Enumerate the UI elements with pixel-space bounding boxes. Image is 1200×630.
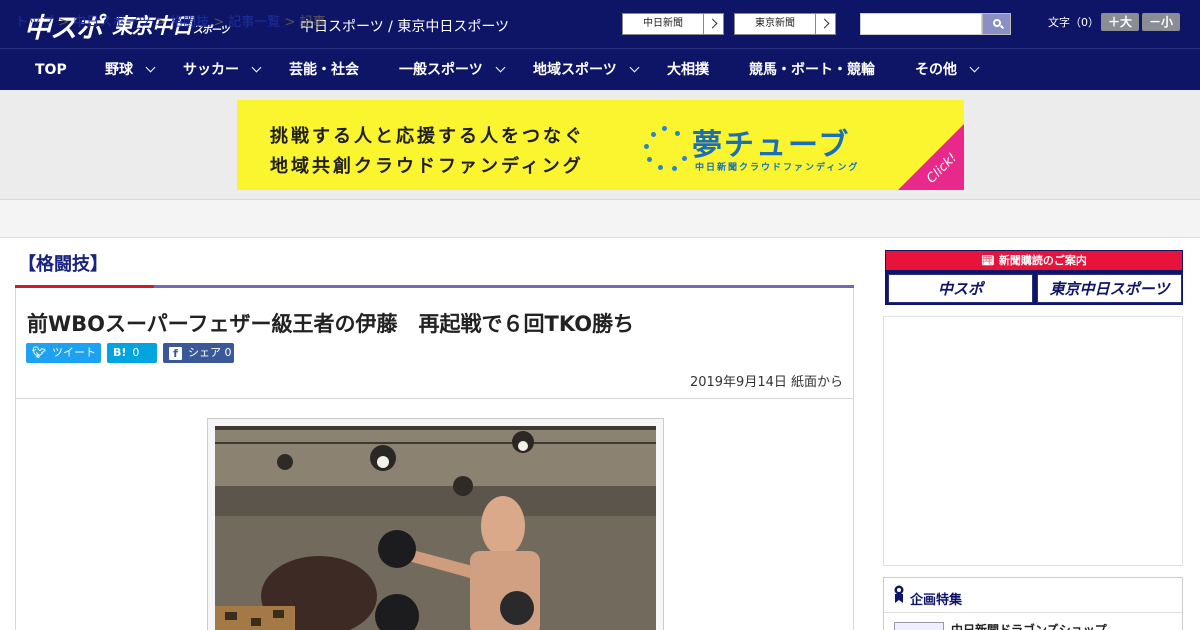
breadcrumb-separator: > — [150, 15, 171, 30]
nav-item-soccer[interactable]: サッカー — [183, 49, 262, 91]
breadcrumb-link-combat-sports[interactable]: 格闘技 — [170, 15, 209, 30]
nav-item-racing[interactable]: 競馬・ボート・競輪 — [749, 49, 875, 91]
nav-label: TOP — [35, 62, 67, 78]
breadcrumb-link-top[interactable]: トップ — [15, 15, 54, 30]
breadcrumb-separator: > — [209, 15, 229, 30]
dragons-shop-thumbnail[interactable] — [894, 622, 944, 630]
newspaper-icon: 📰︎ — [981, 254, 999, 267]
nav-label: 芸能・社会 — [289, 62, 359, 78]
subscription-box: 📰︎ 新聞購読のご案内 中スポ 東京中日スポーツ — [885, 250, 1183, 305]
chevron-down-icon — [629, 62, 640, 73]
nav-label: 一般スポーツ — [399, 62, 483, 78]
category-heading: 【格闘技】 — [18, 254, 108, 275]
tokyo-chunichi-subscribe-button[interactable]: 東京中日スポーツ — [1037, 274, 1182, 303]
chevron-down-icon — [495, 62, 506, 73]
font-size-decrease-button[interactable]: －小 — [1142, 13, 1180, 31]
breadcrumb-separator: > — [280, 15, 300, 30]
nav-label: 地域スポーツ — [533, 62, 617, 78]
nav-item-top[interactable]: TOP — [35, 49, 67, 91]
article-divider — [16, 398, 853, 399]
breadcrumb-bar — [0, 200, 1200, 238]
nav-item-baseball[interactable]: 野球 — [105, 49, 156, 91]
font-size-label: 文字（0） — [1048, 16, 1099, 29]
banner-line-1: 挑戦する人と応援する人をつなぐ — [270, 126, 585, 147]
banner-brand: 夢チューブ — [692, 128, 851, 163]
breadcrumb-current: 記事 — [299, 15, 326, 30]
feature-title: 企画特集 — [910, 593, 963, 608]
share-label: シェア — [188, 346, 221, 359]
hatena-icon: B! — [113, 346, 127, 359]
tweet-button[interactable]: 🐦︎ ツイート — [26, 343, 101, 363]
search-icon-handle — [999, 24, 1005, 30]
nav-item-general-sports[interactable]: 一般スポーツ — [399, 49, 506, 91]
nav-item-regional-sports[interactable]: 地域スポーツ — [533, 49, 640, 91]
chevron-right-icon — [703, 14, 723, 34]
subscription-title: 📰︎ 新聞購読のご案内 — [886, 251, 1182, 270]
search-button[interactable] — [982, 13, 1011, 35]
nav-label: サッカー — [183, 62, 239, 78]
nav-item-sumo[interactable]: 大相撲 — [667, 49, 709, 91]
hatena-bookmark-button[interactable]: B! 0 — [107, 343, 157, 363]
feature-divider — [884, 612, 1182, 613]
facebook-icon: f — [169, 347, 182, 360]
chuspo-subscribe-button[interactable]: 中スポ — [888, 274, 1033, 303]
tokyo-shimbun-button[interactable]: 東京新聞 — [734, 13, 836, 35]
breadcrumb-link-article-list[interactable]: 記事一覧 — [228, 15, 280, 30]
font-size-increase-button[interactable]: ＋大 — [1101, 13, 1139, 31]
paper-button-label: 東京新聞 — [755, 18, 795, 29]
nav-item-other[interactable]: その他 — [915, 49, 980, 91]
chevron-down-icon — [251, 62, 262, 73]
nav-item-entertainment[interactable]: 芸能・社会 — [289, 49, 359, 91]
medal-icon — [894, 585, 904, 603]
paper-button-label: 中日新聞 — [643, 18, 683, 29]
sidebar-ad-slot[interactable] — [883, 316, 1183, 566]
boxing-photo[interactable] — [215, 426, 656, 630]
search-input[interactable] — [860, 13, 982, 35]
chevron-down-icon — [145, 62, 156, 73]
breadcrumb-link-chunichi-sports[interactable]: 中日スポーツ — [73, 15, 151, 30]
breadcrumb-separator: > — [54, 15, 74, 30]
dots-logo-icon — [642, 126, 690, 171]
breadcrumb: トップ > 中日スポーツ > 格闘技 > 記事一覧 > 記事 — [15, 11, 326, 30]
nav-label: 野球 — [105, 62, 133, 78]
site-links[interactable]: 中日スポーツ / 東京中日スポーツ — [300, 16, 509, 36]
dragons-shop-link[interactable]: 中日新聞ドラゴンズショップ — [951, 621, 1107, 630]
nav-label: 競馬・ボート・競輪 — [749, 62, 875, 78]
chevron-down-icon — [969, 62, 980, 73]
facebook-share-button[interactable]: f シェア 0 — [163, 343, 234, 363]
twitter-icon: 🐦︎ — [32, 346, 46, 359]
chevron-right-icon — [815, 14, 835, 34]
subscription-title-text: 新聞購読のご案内 — [998, 254, 1087, 267]
crowdfunding-ad-banner[interactable]: 挑戦する人と応援する人をつなぐ 地域共創クラウドファンディング 夢チューブ 中日… — [237, 100, 964, 190]
nav-label: その他 — [915, 62, 957, 78]
banner-brand-sub: 中日新聞クラウドファンディング — [695, 163, 860, 173]
hatena-count: 0 — [132, 346, 140, 359]
article-date: 2019年9月14日 紙面から — [689, 375, 843, 390]
tweet-label: ツイート — [51, 346, 96, 359]
share-count: 0 — [224, 346, 232, 359]
banner-line-2: 地域共創クラウドファンディング — [270, 156, 584, 177]
boxing-photo-illustration — [215, 426, 656, 630]
chunichi-shimbun-button[interactable]: 中日新聞 — [622, 13, 724, 35]
main-nav: TOP 野球 サッカー 芸能・社会 一般スポーツ 地域スポーツ 大相撲 競馬・ボ… — [0, 48, 1200, 90]
nav-label: 大相撲 — [667, 62, 709, 78]
article-headline: 前WBOスーパーフェザー級王者の伊藤 再起戦で６回TKO勝ち — [27, 312, 635, 336]
